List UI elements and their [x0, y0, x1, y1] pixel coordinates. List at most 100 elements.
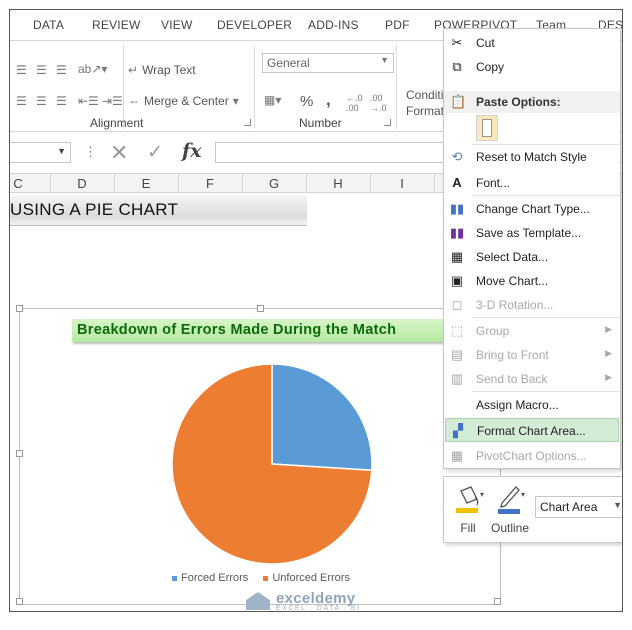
svg-text:▾: ▾	[480, 490, 484, 499]
exceldemy-logo-icon	[246, 592, 270, 610]
menu-item-cut[interactable]: ✂ Cut	[444, 31, 620, 55]
outline-button[interactable]: ▾ Outline	[490, 483, 530, 537]
column-header-h[interactable]: H	[306, 176, 370, 191]
enter-icon[interactable]: ✓	[147, 141, 163, 164]
decrease-indent-icon: ⇤☰	[78, 94, 99, 108]
chart-legend[interactable]: Forced Errors Unforced Errors	[20, 572, 502, 584]
tab-data[interactable]: DATA	[33, 18, 64, 32]
align-left-button[interactable]: ☰	[16, 94, 27, 108]
menu-item-bring-to-front: ▤ Bring to Front ▶	[450, 347, 612, 362]
chart-area[interactable]: Breakdown of Errors Made During the Matc…	[16, 305, 502, 605]
chevron-down-icon: ▼	[57, 146, 66, 156]
menu-item-font[interactable]: A Font...	[444, 171, 620, 195]
percent-style-button[interactable]: %	[300, 93, 313, 110]
column-header-i[interactable]: I	[370, 176, 434, 191]
column-header-c[interactable]: C	[10, 176, 50, 191]
tab-review[interactable]: REVIEW	[92, 18, 141, 32]
paste-keep-formatting-button[interactable]	[476, 115, 498, 141]
macro-icon	[449, 397, 465, 413]
insert-function-icon[interactable]: fx	[182, 140, 202, 162]
align-center-button[interactable]: ☰	[36, 94, 47, 108]
menu-separator	[472, 195, 620, 196]
group-icon: ⬚	[450, 323, 464, 338]
paste-clipboard-icon	[482, 119, 492, 137]
cancel-icon[interactable]: ✕	[110, 140, 128, 166]
accounting-icon: ▦▾	[264, 93, 282, 107]
copy-icon: ⧉	[452, 59, 462, 74]
exceldemy-watermark: exceldemy EXCEL · DATA · BI	[246, 590, 361, 612]
context-menu: ✂ Cut ⧉ Copy 📋 Paste Options: ⟲ Reset to…	[443, 28, 621, 469]
fill-button[interactable]: ▾ Fill	[448, 483, 488, 537]
number-launcher-icon[interactable]	[384, 119, 391, 126]
number-format-dropdown[interactable]: General ▼	[262, 53, 394, 73]
align-middle-icon: ☰	[36, 63, 47, 77]
pie-slice-forced-errors[interactable]	[271, 363, 373, 472]
excel-window: DATA REVIEW VIEW DEVELOPER ADD-INS PDF P…	[9, 9, 623, 612]
increase-decimal-button[interactable]: ←.0.00	[346, 93, 363, 113]
menu-item-move-chart[interactable]: ▣ Move Chart...	[444, 269, 620, 293]
align-bottom-button[interactable]: ☰	[56, 63, 67, 77]
resize-handle[interactable]	[16, 598, 23, 605]
column-header-g[interactable]: G	[242, 176, 306, 191]
orientation-icon: ab↗▾	[78, 62, 108, 76]
menu-item-reset-to-match-style[interactable]: ⟲ Reset to Match Style	[444, 145, 620, 169]
menu-item-assign-macro[interactable]: Assign Macro...	[444, 393, 620, 417]
decrease-indent-button[interactable]: ⇤☰	[78, 94, 99, 108]
legend-item-forced-errors: Forced Errors	[172, 572, 248, 584]
name-box[interactable]: ▼	[10, 142, 71, 163]
tab-view[interactable]: VIEW	[161, 18, 192, 32]
align-middle-button[interactable]: ☰	[36, 63, 47, 77]
menu-item-3d-rotation: ◻ 3-D Rotation...	[444, 293, 620, 317]
menu-item-select-data[interactable]: ▦ Select Data...	[444, 245, 620, 269]
chevron-down-icon: ▼	[613, 500, 622, 510]
column-divider	[434, 174, 435, 193]
conditional-formatting-button[interactable]: Conditi	[406, 88, 443, 102]
pie-chart[interactable]	[20, 309, 502, 569]
tab-add-ins[interactable]: ADD-INS	[308, 18, 359, 32]
merge-center-icon: ⇔	[128, 94, 140, 108]
chart-element-value: Chart Area	[540, 500, 598, 514]
bring-front-icon: ▤	[450, 347, 464, 362]
increase-indent-button[interactable]: ⇥☰	[102, 94, 123, 108]
format-chart-icon: ▞	[453, 423, 463, 438]
chart-element-dropdown[interactable]: Chart Area ▼	[535, 496, 622, 518]
resize-handle[interactable]	[494, 598, 501, 605]
align-right-icon: ☰	[56, 94, 67, 108]
alignment-launcher-icon[interactable]	[244, 119, 251, 126]
menu-item-format-chart-area[interactable]: ▞ Format Chart Area...	[445, 418, 619, 442]
align-right-button[interactable]: ☰	[56, 94, 67, 108]
legend-swatch-forced-errors	[172, 575, 178, 581]
legend-item-unforced-errors: Unforced Errors	[263, 572, 350, 584]
column-header-d[interactable]: D	[50, 176, 114, 191]
template-icon: ▮▮	[449, 225, 465, 240]
number-format-value: General	[267, 56, 310, 70]
sheet-title-banner: USING A PIE CHART	[10, 196, 307, 226]
comma-style-button[interactable]: ,	[326, 90, 331, 110]
accounting-format-button[interactable]: ▦▾	[264, 93, 281, 107]
decrease-decimal-button[interactable]: .00 →.0	[370, 93, 387, 113]
align-top-button[interactable]: ☰	[16, 63, 27, 77]
menu-item-change-chart-type[interactable]: ▮▮ Change Chart Type...	[444, 197, 620, 221]
orientation-button[interactable]: ab↗▾	[78, 62, 107, 76]
menu-separator	[472, 391, 620, 392]
tab-pdf[interactable]: PDF	[385, 18, 410, 32]
column-header-e[interactable]: E	[114, 176, 178, 191]
menu-item-send-to-back: ▥ Send to Back ▶	[450, 371, 612, 386]
group-label-number: Number	[299, 116, 342, 130]
tab-developer[interactable]: DEVELOPER	[217, 18, 292, 32]
increase-decimal-icon: ←.0.00	[346, 93, 363, 113]
menu-item-copy[interactable]: ⧉ Copy	[444, 55, 620, 79]
column-header-f[interactable]: F	[178, 176, 242, 191]
wrap-text-button[interactable]: ↵ Wrap Text	[128, 63, 196, 77]
increase-indent-icon: ⇥☰	[102, 94, 123, 108]
merge-center-label: Merge & Center	[144, 94, 229, 108]
fill-label: Fill	[460, 521, 476, 535]
conditional-formatting-label: Conditi	[406, 88, 444, 102]
watermark-tagline: EXCEL · DATA · BI	[276, 605, 361, 612]
send-back-icon: ▥	[450, 371, 464, 386]
menu-item-save-as-template[interactable]: ▮▮ Save as Template...	[444, 221, 620, 245]
mini-toolbar: ▾ Fill ▾ Outline Chart Area ▼	[443, 476, 622, 543]
conditional-formatting-label-2: Formatt	[406, 104, 448, 118]
merge-center-button[interactable]: ⇔ Merge & Center ▾	[128, 94, 239, 108]
decrease-decimal-icon: .00 →.0	[370, 93, 387, 113]
